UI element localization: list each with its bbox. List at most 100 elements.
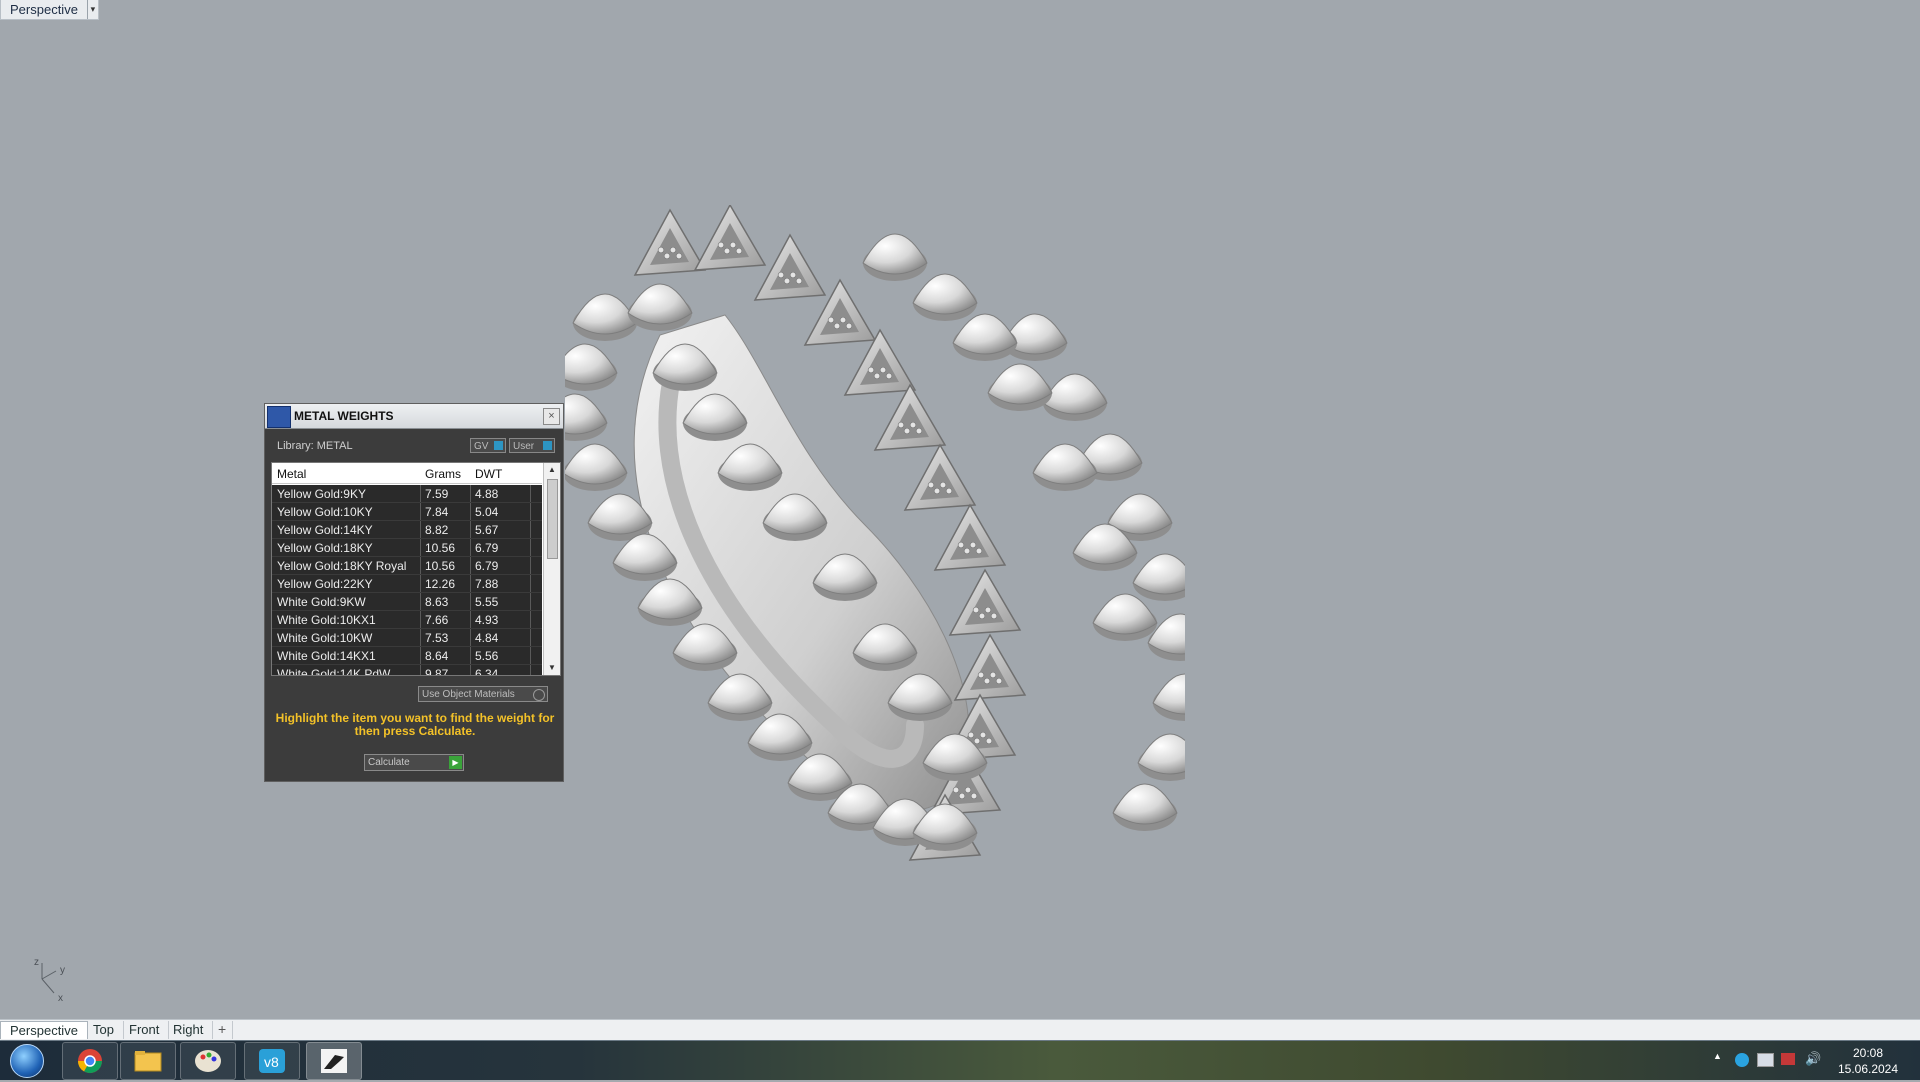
close-icon[interactable]: ×: [543, 408, 560, 425]
ring-model[interactable]: [565, 205, 1185, 875]
column-header-grams[interactable]: Grams: [425, 467, 461, 481]
viewport-title[interactable]: Perspective: [1, 0, 87, 19]
windows-logo-icon: [10, 1044, 44, 1078]
file-explorer-taskbar-icon[interactable]: [120, 1042, 176, 1080]
metal-weights-panel[interactable]: METAL WEIGHTS × Library: METAL GV User M…: [264, 403, 564, 782]
pave-stone: [995, 677, 1003, 685]
column-divider: [530, 539, 531, 556]
column-divider: [530, 665, 531, 675]
metal-name-cell: Yellow Gold:18KY: [277, 541, 373, 555]
svg-text:v8: v8: [264, 1054, 279, 1070]
tray-network-globe-icon[interactable]: [1735, 1053, 1749, 1067]
paint-taskbar-icon[interactable]: [180, 1042, 236, 1080]
clock-time: 20:08: [1852, 1046, 1884, 1060]
scroll-thumb[interactable]: [547, 479, 558, 559]
pave-stone: [985, 737, 993, 745]
dwt-cell: 5.04: [475, 505, 499, 519]
tray-volume-icon[interactable]: 🔊: [1805, 1051, 1821, 1067]
grams-cell: 8.82: [425, 523, 449, 537]
dwt-cell: 5.67: [475, 523, 499, 537]
spike-cone: [1132, 553, 1185, 595]
column-divider: [470, 557, 471, 574]
column-divider: [530, 575, 531, 592]
table-row[interactable]: Yellow Gold:18KY 10.56 6.79: [272, 539, 542, 557]
gv-toggle-button[interactable]: GV: [470, 438, 506, 453]
column-divider: [420, 521, 421, 538]
calculate-button[interactable]: Calculate ▶: [364, 754, 464, 771]
pave-stone: [957, 541, 965, 549]
tab-right[interactable]: Right: [164, 1021, 214, 1039]
v8-app-taskbar-icon[interactable]: v8: [244, 1042, 300, 1080]
start-button[interactable]: [4, 1042, 48, 1078]
table-row[interactable]: White Gold:14KX1 8.64 5.56: [272, 647, 542, 665]
column-header-metal[interactable]: Metal: [277, 467, 306, 481]
tray-show-hidden-icon[interactable]: ▲: [1713, 1051, 1722, 1061]
table-scrollbar[interactable]: ▲ ▼: [543, 463, 560, 675]
pave-stone: [989, 671, 997, 679]
spike-cone: [912, 273, 978, 315]
pave-stone: [927, 481, 935, 489]
table-row[interactable]: Yellow Gold:22KY 12.26 7.88: [272, 575, 542, 593]
spike-cone: [987, 363, 1053, 405]
tab-perspective[interactable]: Perspective: [0, 1021, 88, 1039]
axis-gizmo-icon: z y x: [34, 957, 65, 1004]
column-divider: [530, 611, 531, 628]
column-divider: [530, 593, 531, 610]
tab-top[interactable]: Top: [84, 1021, 124, 1039]
pave-stone: [657, 246, 665, 254]
table-row[interactable]: White Gold:10KX1 7.66 4.93: [272, 611, 542, 629]
pave-stone: [867, 366, 875, 374]
table-row[interactable]: White Gold:10KW 7.53 4.84: [272, 629, 542, 647]
column-divider: [470, 521, 471, 538]
dwt-cell: 6.79: [475, 559, 499, 573]
taskbar-clock[interactable]: 20:08 15.06.2024: [1820, 1045, 1916, 1077]
grams-cell: 7.53: [425, 631, 449, 645]
column-divider: [470, 611, 471, 628]
chrome-taskbar-icon[interactable]: [62, 1042, 118, 1080]
pave-stone: [970, 792, 978, 800]
column-header-dwt[interactable]: DWT: [475, 467, 502, 481]
table-row[interactable]: Yellow Gold:18KY Royal 10.56 6.79: [272, 557, 542, 575]
dwt-cell: 4.93: [475, 613, 499, 627]
metal-weights-table[interactable]: Metal Grams DWT Yellow Gold:9KY 7.59 4.88 Y…: [271, 462, 561, 676]
pave-stone: [903, 427, 911, 435]
scroll-down-icon[interactable]: ▼: [544, 661, 560, 675]
play-arrow-icon: ▶: [449, 756, 462, 769]
add-tab-icon[interactable]: +: [212, 1021, 234, 1039]
calculate-label: Calculate: [368, 757, 410, 768]
column-divider: [420, 575, 421, 592]
dwt-cell: 4.84: [475, 631, 499, 645]
metal-name-cell: White Gold:10KW: [277, 631, 373, 645]
table-row[interactable]: White Gold:9KW 8.63 5.55: [272, 593, 542, 611]
table-row[interactable]: Yellow Gold:10KY 7.84 5.04: [272, 503, 542, 521]
tray-language-flag-icon[interactable]: [1757, 1053, 1774, 1067]
table-row[interactable]: White Gold:14K PdW 9.87 6.34: [272, 665, 542, 675]
column-divider: [470, 503, 471, 520]
grams-cell: 8.63: [425, 595, 449, 609]
pave-stone: [972, 606, 980, 614]
metal-name-cell: Yellow Gold:9KY: [277, 487, 366, 501]
axis-y-label: y: [60, 965, 65, 976]
column-divider: [420, 503, 421, 520]
column-divider: [470, 575, 471, 592]
metal-name-cell: Yellow Gold:18KY Royal: [277, 559, 407, 573]
rhino-taskbar-icon[interactable]: [306, 1042, 362, 1080]
viewport-label[interactable]: Perspective ▾: [0, 0, 99, 20]
viewport-dropdown-icon[interactable]: ▾: [86, 0, 98, 19]
table-row[interactable]: Yellow Gold:14KY 8.82 5.67: [272, 521, 542, 539]
tray-network-icon[interactable]: [1781, 1053, 1795, 1065]
library-label: Library: METAL: [277, 440, 353, 452]
tab-front[interactable]: Front: [120, 1021, 170, 1039]
viewport-perspective[interactable]: Perspective ▾ z y x METAL WEIGHTS × Libr…: [0, 0, 1920, 1019]
pave-stone: [729, 241, 737, 249]
user-toggle-button[interactable]: User: [509, 438, 555, 453]
pave-stone: [964, 786, 972, 794]
table-row[interactable]: Yellow Gold:9KY 7.59 4.88: [272, 485, 542, 503]
column-divider: [420, 485, 421, 502]
scroll-up-icon[interactable]: ▲: [544, 463, 560, 477]
pave-stone: [983, 677, 991, 685]
use-object-materials-toggle[interactable]: Use Object Materials: [418, 686, 548, 702]
column-divider: [470, 485, 471, 502]
user-label: User: [513, 441, 535, 452]
panel-titlebar[interactable]: METAL WEIGHTS ×: [265, 404, 563, 429]
